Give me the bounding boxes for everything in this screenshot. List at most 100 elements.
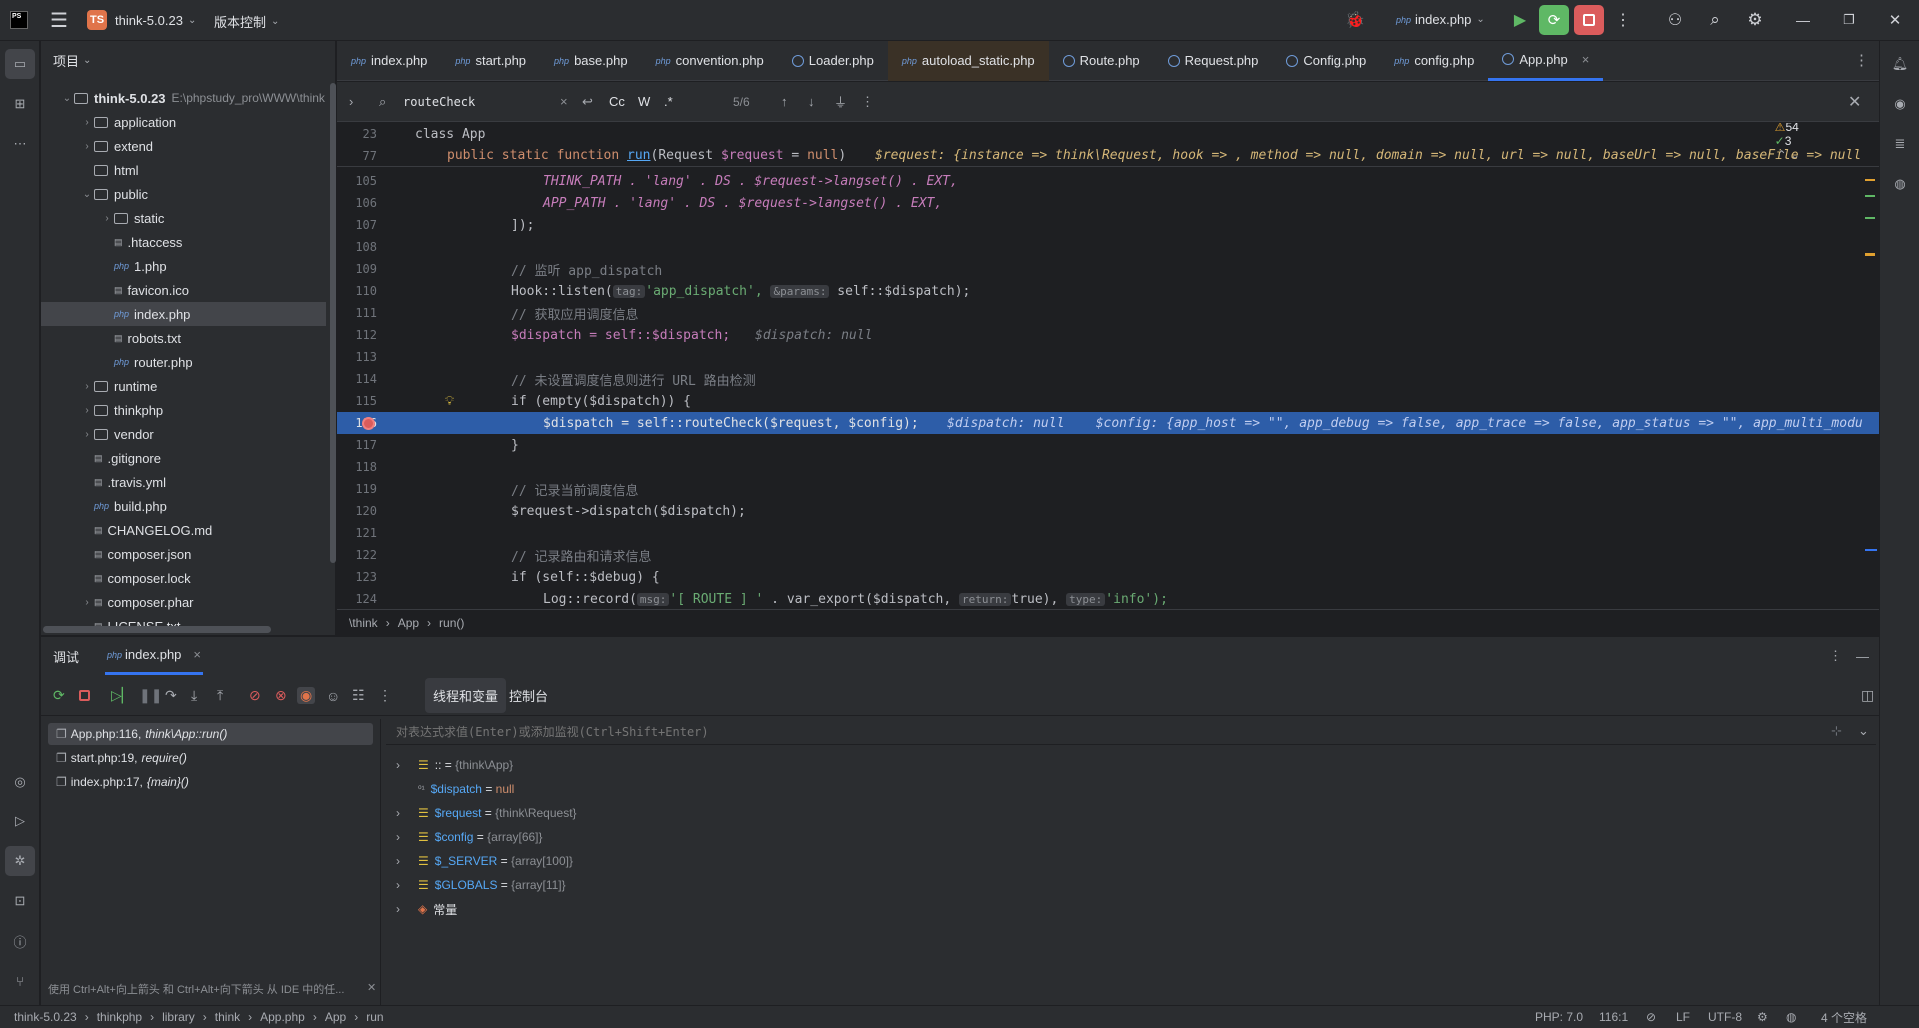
project-widget[interactable]: TS think-5.0.23 ⌄ (87, 10, 196, 30)
tree-item[interactable]: › extend (41, 134, 326, 158)
status-path-item[interactable]: run (366, 1010, 383, 1024)
stack-frame[interactable]: ❐ index.php:17, {main}() (48, 771, 373, 793)
tree-item[interactable]: › static (41, 206, 326, 230)
variable-row[interactable]: › ☰ $_SERVER = {array[100]} (396, 849, 573, 873)
current-execution-line[interactable]: 116 $dispatch = self::routeCheck($reques… (337, 412, 1879, 434)
prev-match-icon[interactable]: ↑ (781, 94, 788, 109)
tree-item[interactable]: ▤ .gitignore (41, 446, 326, 470)
variable-row[interactable]: › ◈ 常量 (396, 897, 457, 921)
tree-item[interactable]: php 1.php (41, 254, 326, 278)
chevron-right-icon[interactable]: › (349, 94, 353, 109)
break-first-line-icon[interactable]: ◉ (297, 687, 316, 704)
evaluate-expression-input[interactable] (386, 719, 1876, 745)
code-view[interactable]: 23 class App ⚠3 ⚠54 ✓3 ⌃ ⌄ 77 public sta… (337, 123, 1879, 649)
mute-breakpoints-icon[interactable]: ⊗ (275, 687, 287, 704)
tree-item[interactable]: ▤ composer.lock (41, 566, 326, 590)
tree-item[interactable]: php router.php (41, 350, 326, 374)
chevron-right-icon[interactable]: › (396, 830, 418, 844)
tabs-more-icon[interactable]: ⋮ (1854, 51, 1869, 69)
breadcrumb-item[interactable]: run() (439, 616, 464, 630)
tab-config-php[interactable]: Config.php (1272, 41, 1380, 81)
breakpoint-icon[interactable] (362, 416, 375, 430)
run-icon[interactable]: ▶ (1505, 5, 1535, 35)
breadcrumb-item[interactable]: App (398, 616, 419, 630)
variable-row[interactable]: › ☰ $GLOBALS = {array[11]} (396, 873, 566, 897)
tree-item[interactable]: ▤ favicon.ico (41, 278, 326, 302)
tree-item[interactable]: › ▤ composer.phar (41, 590, 326, 614)
chevron-right-icon[interactable]: › (396, 902, 418, 916)
chevron-right-icon[interactable]: › (396, 806, 418, 820)
settings-list-icon[interactable]: ☷ (352, 687, 365, 704)
chevron-right-icon[interactable]: › (396, 878, 418, 892)
eval-icon[interactable]: ☺ (326, 688, 340, 704)
project-folder-icon[interactable]: ▭ (5, 49, 35, 79)
tab-start-php[interactable]: php start.php (441, 41, 540, 81)
maximize-icon[interactable]: ❐ (1834, 5, 1864, 35)
status-path-item[interactable]: App.php (260, 1010, 305, 1024)
close-window-icon[interactable]: ✕ (1880, 5, 1910, 35)
structure-icon[interactable]: ⊞ (5, 89, 35, 119)
tree-item[interactable]: › application (41, 110, 326, 134)
ai-assistant-icon[interactable]: ◉ (1885, 89, 1915, 119)
services-icon[interactable]: ◎ (5, 767, 35, 797)
debug-tool-icon[interactable]: ✲ (5, 846, 35, 876)
status-path-item[interactable]: think (215, 1010, 240, 1024)
project-panel-header[interactable]: 项目 ⌄ (53, 51, 91, 70)
tree-item[interactable]: ▤ CHANGELOG.md (41, 518, 326, 542)
pause-icon[interactable]: ❚❚ (139, 687, 162, 704)
step-into-icon[interactable]: ⤓ (191, 687, 197, 704)
chevron-right-icon[interactable]: › (396, 758, 418, 772)
close-find-icon[interactable]: ✕ (1848, 92, 1861, 112)
step-over-icon[interactable]: ↷ (165, 687, 177, 704)
tree-item[interactable]: ▤ .travis.yml (41, 470, 326, 494)
stack-frame[interactable]: ❐ App.php:116, think\App::run() (48, 723, 373, 745)
indent-setting[interactable]: 4 个空格 (1821, 1009, 1867, 1026)
minimize-icon[interactable]: — (1788, 5, 1818, 35)
tab-session[interactable]: php index.php × (105, 637, 204, 675)
debug-status-icon[interactable]: ◍ (1786, 1010, 1796, 1024)
minimize-panel-icon[interactable]: — (1856, 649, 1869, 664)
tab-loader-php[interactable]: Loader.php (778, 41, 888, 81)
stop-icon[interactable] (1574, 5, 1604, 35)
tree-item[interactable]: ⌄ public (41, 182, 326, 206)
variable-row[interactable]: › ☰ $request = {think\Request} (396, 801, 577, 825)
status-path-item[interactable]: App (325, 1010, 346, 1024)
vcs-widget[interactable]: 版本控制 ⌄ (214, 12, 279, 31)
close-icon[interactable]: × (193, 647, 201, 662)
find-input[interactable] (403, 92, 523, 112)
tab-route-php[interactable]: Route.php (1049, 41, 1154, 81)
tree-item[interactable]: ▤ composer.json (41, 542, 326, 566)
view-breakpoints-icon[interactable]: ⊘ (249, 687, 261, 704)
more-actions-icon[interactable]: ⋮ (1608, 5, 1638, 35)
inspections-icon[interactable]: ⚙ (1757, 1010, 1768, 1024)
cursor-position[interactable]: 116:1 (1599, 1010, 1628, 1024)
more-tools-icon[interactable]: ⋯ (5, 129, 35, 159)
tab-index-php[interactable]: php index.php (337, 41, 441, 81)
tree-item[interactable]: php build.php (41, 494, 326, 518)
layout-icon[interactable]: ◫ (1861, 687, 1874, 704)
chevron-down-icon[interactable]: ⌄ (1858, 723, 1869, 739)
find-more-icon[interactable]: ⋮ (861, 94, 874, 110)
add-watch-icon[interactable]: ⊹ (1831, 723, 1842, 739)
git-icon[interactable]: ⑂ (5, 966, 35, 996)
read-only-icon[interactable]: ⊘ (1646, 1010, 1656, 1024)
step-out-icon[interactable]: ⤒ (217, 687, 223, 704)
line-separator[interactable]: LF (1676, 1010, 1690, 1024)
variable-row[interactable]: › ☰:: = {think\App} (396, 753, 513, 777)
status-path-item[interactable]: library (162, 1010, 195, 1024)
tab-autoload-static-php[interactable]: php autoload_static.php (887, 40, 1049, 81)
debug-bug-icon[interactable]: 🐞 (1340, 5, 1370, 35)
tab-threads[interactable]: 线程和变量 (425, 678, 507, 713)
close-hint-icon[interactable]: ✕ (367, 981, 376, 994)
regex-toggle[interactable]: .* (664, 94, 673, 109)
close-icon[interactable]: × (1582, 52, 1590, 67)
filter-icon[interactable]: ⏚ (834, 92, 847, 111)
chevron-right-icon[interactable]: › (396, 854, 418, 868)
problems-icon[interactable]: ⓘ (5, 926, 35, 956)
main-menu-icon[interactable]: ☰ (44, 5, 74, 35)
tree-item[interactable]: › thinkphp (41, 398, 326, 422)
intention-bulb-icon[interactable]: 💡︎ (445, 394, 454, 409)
encoding[interactable]: UTF-8 (1708, 1010, 1742, 1024)
match-case-toggle[interactable]: Cc (609, 94, 625, 109)
variable-row[interactable]: ⁰¹ $dispatch = null (396, 777, 514, 801)
